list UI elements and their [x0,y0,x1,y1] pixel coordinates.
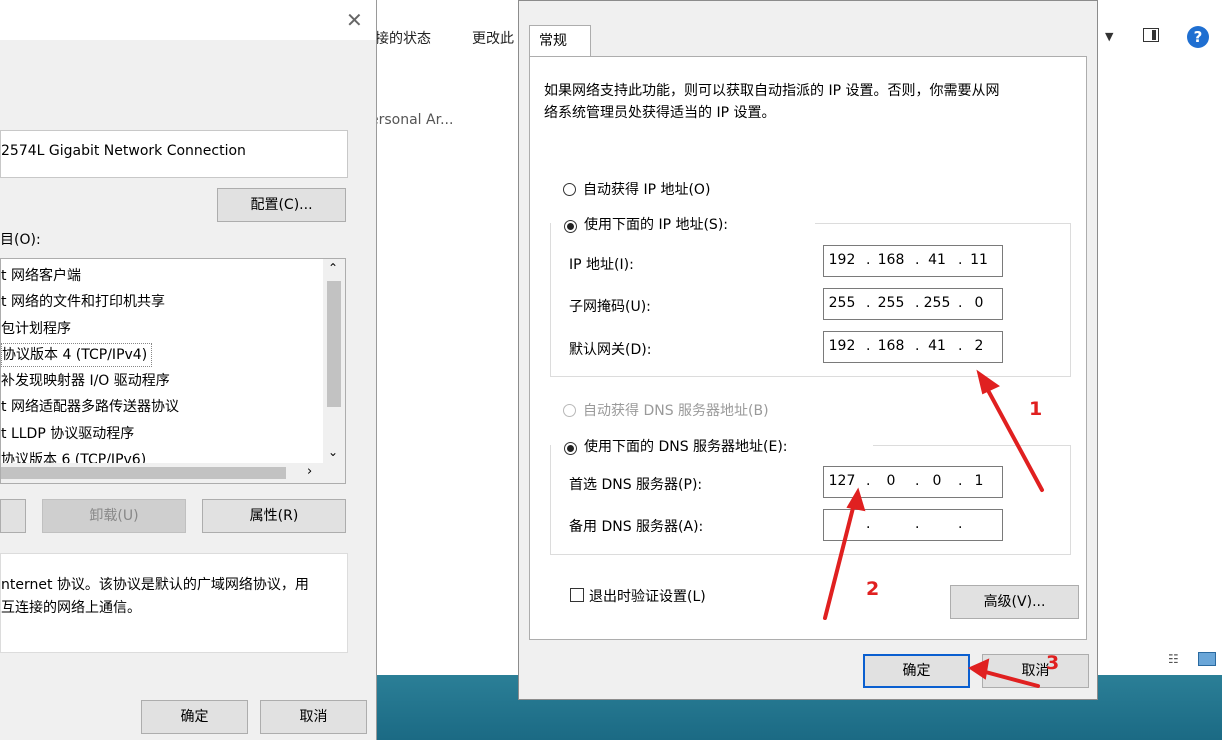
arrow-2-head [846,487,866,512]
arrow-1-head [976,369,1000,395]
annotation-number: 3 [1046,652,1060,674]
arrow-3 [976,668,1040,688]
annotation-number: 2 [866,578,880,600]
arrow-3-head [967,658,990,680]
annotation-arrows [823,369,1044,688]
annotation-number: 1 [1029,398,1043,420]
arrow-2 [823,498,857,620]
